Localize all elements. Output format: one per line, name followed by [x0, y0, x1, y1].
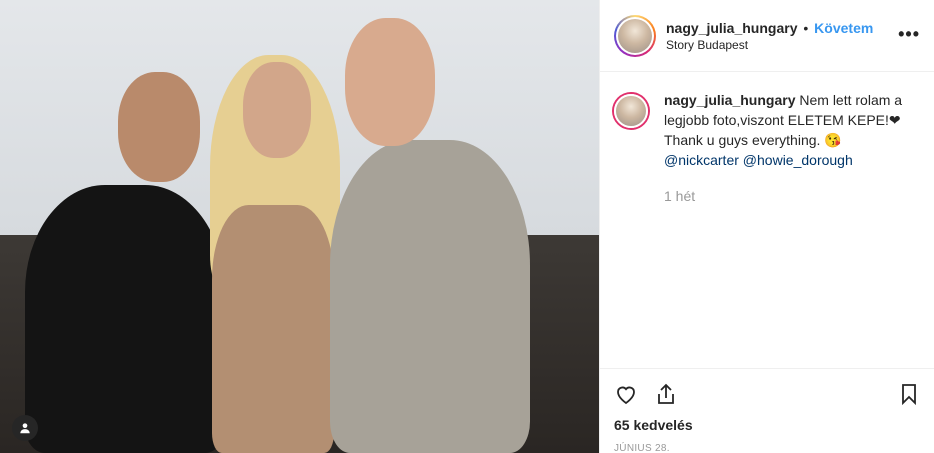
likes-count[interactable]: 65 kedvelés — [614, 417, 921, 433]
photo-person-left-head — [118, 72, 200, 182]
caption-body-2: Thank u guys everything. 😘 — [664, 132, 842, 148]
post-header: nagy_julia_hungary • Követem Story Budap… — [600, 0, 934, 72]
caption-username[interactable]: nagy_julia_hungary — [664, 92, 795, 108]
photo-person-middle-dress — [212, 205, 334, 453]
follow-button[interactable]: Követem — [814, 20, 873, 36]
caption-comment: nagy_julia_hungary Nem lett rolam a legj… — [600, 72, 934, 206]
heart-icon[interactable] — [614, 382, 638, 406]
mention-howie-dorough[interactable]: @howie_dorough — [743, 152, 853, 168]
more-options-icon[interactable]: ••• — [898, 24, 920, 45]
photo-person-middle-head — [243, 62, 311, 158]
header-text: nagy_julia_hungary • Követem Story Budap… — [666, 20, 873, 52]
photo-person-right — [330, 140, 530, 453]
user-tag-icon — [20, 423, 30, 434]
user-tag-button[interactable] — [12, 415, 38, 441]
profile-avatar[interactable] — [614, 14, 656, 57]
header-separator: • — [803, 19, 809, 36]
caption-text: nagy_julia_hungary Nem lett rolam a legj… — [664, 90, 904, 206]
photo-person-right-head — [345, 18, 435, 146]
post-side-panel: nagy_julia_hungary • Követem Story Budap… — [599, 0, 934, 453]
bookmark-icon[interactable] — [897, 382, 921, 406]
share-icon[interactable] — [654, 382, 678, 406]
post-date: JÚNIUS 28. — [614, 443, 670, 453]
action-icons — [614, 379, 921, 409]
location-link[interactable]: Story Budapest — [666, 38, 873, 52]
post-actions: 65 kedvelés JÚNIUS 28. — [600, 368, 934, 453]
instagram-post: nagy_julia_hungary • Követem Story Budap… — [0, 0, 934, 453]
post-photo[interactable] — [0, 0, 599, 453]
photo-person-left — [25, 185, 225, 453]
header-row: nagy_julia_hungary • Követem — [666, 20, 873, 36]
mention-nickcarter[interactable]: @nickcarter — [664, 152, 739, 168]
avatar-image — [618, 18, 652, 53]
caption-avatar[interactable] — [614, 94, 648, 128]
caption-timestamp: 1 hét — [664, 188, 696, 204]
avatar-ring — [616, 16, 654, 55]
header-username[interactable]: nagy_julia_hungary — [666, 20, 797, 36]
